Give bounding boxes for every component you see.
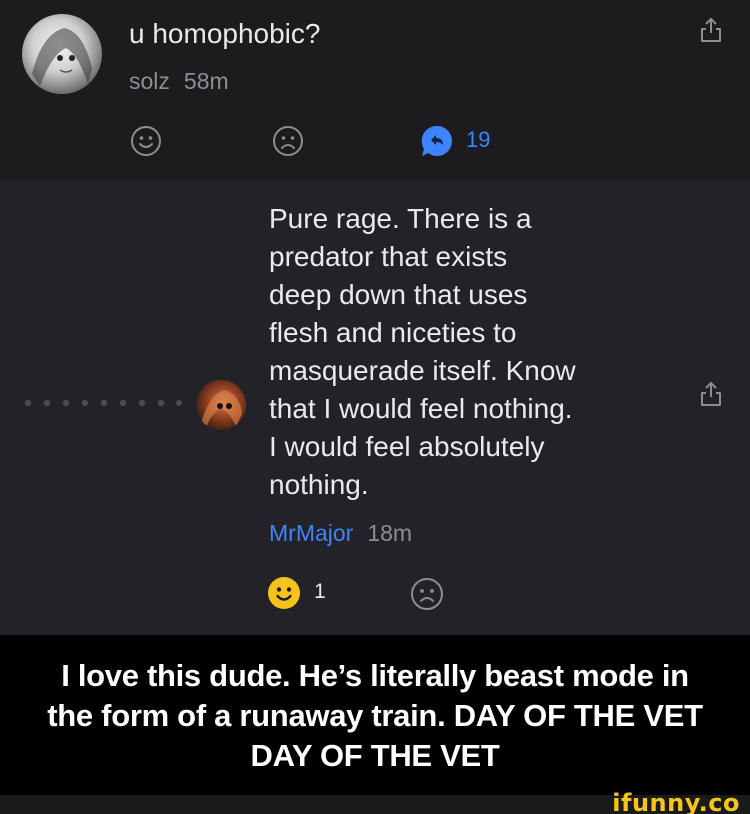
timestamp: 58m <box>183 68 229 94</box>
caption-line: DAY OF THE VET <box>250 738 500 773</box>
share-icon[interactable] <box>698 16 724 44</box>
frown-icon[interactable] <box>272 125 304 157</box>
reply-line: masquerade itself. Know <box>269 355 576 386</box>
thread-dots-icon <box>24 399 182 407</box>
reply-icon[interactable] <box>419 123 455 159</box>
reply-line: predator that exists <box>269 241 508 272</box>
reply-text: Pure rage. There is a predator that exis… <box>269 200 689 504</box>
meme-caption: I love this dude. He’s literally beast m… <box>0 635 750 795</box>
reply-line: nothing. <box>269 469 369 500</box>
user-avatar[interactable] <box>196 380 246 430</box>
smile-icon[interactable] <box>130 125 162 157</box>
timestamp: 18m <box>367 520 413 546</box>
ifunny-watermark: ifunny.co <box>612 789 740 814</box>
author-link[interactable]: MrMajor <box>269 520 353 546</box>
user-avatar[interactable] <box>22 14 102 94</box>
reply-line: Pure rage. There is a <box>269 203 532 234</box>
frown-icon[interactable] <box>410 577 444 611</box>
smile-count: 1 <box>314 580 326 603</box>
reply-line: that I would feel nothing. <box>269 393 573 424</box>
reply-meta: MrMajor 18m <box>269 520 412 547</box>
share-icon[interactable] <box>698 380 724 408</box>
comment-meta: solz 58m <box>129 68 229 95</box>
reply-line: I would feel absolutely <box>269 431 545 462</box>
reply-line: deep down that uses <box>269 279 528 310</box>
caption-line: I love this dude. He’s literally beast m… <box>61 658 689 693</box>
parent-comment: u homophobic? solz 58m 19 <box>0 0 750 180</box>
reply-count[interactable]: 19 <box>466 127 490 153</box>
username[interactable]: solz <box>129 68 170 94</box>
smile-icon[interactable] <box>267 576 301 610</box>
caption-line: the form of a runaway train. DAY OF THE … <box>47 698 703 733</box>
reply-line: flesh and niceties to <box>269 317 517 348</box>
comment-title: u homophobic? <box>129 18 321 49</box>
